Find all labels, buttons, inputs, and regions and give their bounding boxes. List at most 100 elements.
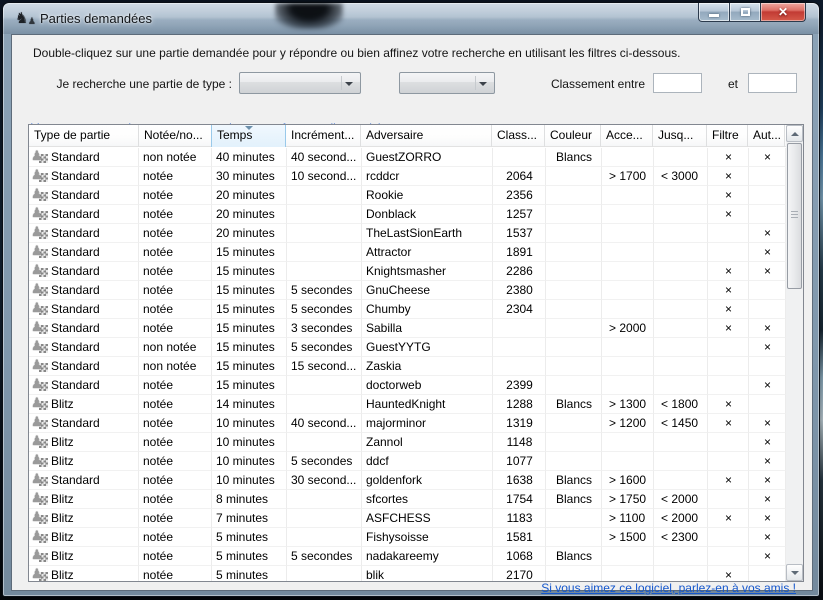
table-row[interactable]: ♟Standardnotée15 minutes5 secondesChumby… bbox=[29, 300, 786, 319]
cell-below bbox=[654, 205, 708, 224]
scrollbar-thumb[interactable] bbox=[787, 143, 802, 289]
column-header-label: Class... bbox=[497, 128, 537, 142]
cell-color bbox=[546, 281, 602, 300]
rating-min-input[interactable] bbox=[653, 73, 702, 93]
game-type-label: Blitz bbox=[51, 452, 74, 470]
table-row[interactable]: ♟Standardnotée10 minutes30 second...gold… bbox=[29, 471, 786, 490]
rating-between-label: Classement entre bbox=[545, 77, 645, 91]
scroll-up-button[interactable] bbox=[786, 125, 803, 142]
cell-opponent: Attractor bbox=[362, 243, 493, 262]
cell-time: 40 minutes bbox=[212, 148, 287, 167]
column-header-opponent[interactable]: Adversaire bbox=[361, 125, 492, 147]
table-row[interactable]: ♟Blitznotée8 minutessfcortes1754Blancs> … bbox=[29, 490, 786, 509]
minimize-button[interactable] bbox=[698, 3, 730, 22]
table-row[interactable]: ♟Standardnon notée15 minutes5 secondesGu… bbox=[29, 338, 786, 357]
cell-auto: × bbox=[749, 490, 786, 509]
table-row[interactable]: ♟Standardnon notée40 minutes40 second...… bbox=[29, 148, 786, 167]
column-header-label: Acce... bbox=[606, 128, 643, 142]
chevron-down-icon bbox=[479, 82, 487, 86]
column-header-above[interactable]: Acce... bbox=[601, 125, 653, 147]
close-button[interactable]: ✕ bbox=[760, 3, 806, 22]
column-header-label: Filtre bbox=[712, 128, 739, 142]
game-type-label: Standard bbox=[51, 319, 100, 337]
table-row[interactable]: ♟Blitznotée14 minutesHauntedKnight1288Bl… bbox=[29, 395, 786, 414]
table-row[interactable]: ♟Standardnotée15 minutes5 secondesGnuChe… bbox=[29, 281, 786, 300]
vertical-scrollbar[interactable] bbox=[786, 125, 803, 581]
cell-above bbox=[602, 300, 654, 319]
game-type-label: Blitz bbox=[51, 490, 74, 508]
pawn-icon: ♟ bbox=[32, 283, 48, 298]
table-row[interactable]: ♟Standardnotée20 minutesDonblack1257× bbox=[29, 205, 786, 224]
game-type-label: Standard bbox=[51, 471, 100, 489]
game-type-label: Standard bbox=[51, 300, 100, 318]
title-bar[interactable]: ♞♟ Parties demandées bbox=[3, 3, 819, 34]
cell-rating: 2286 bbox=[493, 262, 546, 281]
table-row[interactable]: ♟Standardnotée30 minutes10 second...rcdd… bbox=[29, 167, 786, 186]
scroll-down-button[interactable] bbox=[786, 564, 803, 581]
column-header-increment[interactable]: Incrément... bbox=[286, 125, 361, 147]
cell-filter: × bbox=[708, 566, 749, 582]
table-row[interactable]: ♟Blitznotée5 minutesFishysoisse1581> 150… bbox=[29, 528, 786, 547]
pawn-icon: ♟ bbox=[32, 435, 48, 450]
cell-rating: 1754 bbox=[493, 490, 546, 509]
cell-opponent: rcddcr bbox=[362, 167, 493, 186]
rating-max-input[interactable] bbox=[748, 73, 797, 93]
game-type-label: Standard bbox=[51, 357, 100, 375]
table-header: Type de partie Notée/no...TempsIncrément.… bbox=[29, 125, 786, 147]
table-row[interactable]: ♟Standardnotée15 minutesKnightsmasher228… bbox=[29, 262, 786, 281]
cell-type: ♟Standard bbox=[29, 300, 139, 319]
column-header-time[interactable]: Temps bbox=[211, 125, 286, 147]
game-subtype-combobox[interactable] bbox=[399, 72, 495, 94]
table-row[interactable]: ♟Standardnotée15 minutes3 secondesSabill… bbox=[29, 319, 786, 338]
cell-filter bbox=[708, 357, 749, 376]
table-row[interactable]: ♟Blitznotée7 minutesASFCHESS1183> 1100< … bbox=[29, 509, 786, 528]
column-header-color[interactable]: Couleur bbox=[545, 125, 601, 147]
column-header-type[interactable]: Type de partie bbox=[29, 125, 139, 147]
game-type-combobox[interactable] bbox=[239, 72, 361, 94]
table-row[interactable]: ♟Blitznotée5 minutes5 secondesnadakareem… bbox=[29, 547, 786, 566]
cell-filter: × bbox=[708, 281, 749, 300]
table-row[interactable]: ♟Standardnotée10 minutes40 second...majo… bbox=[29, 414, 786, 433]
cell-rating bbox=[493, 319, 546, 338]
table-row[interactable]: ♟Blitznotée10 minutesZannol1148× bbox=[29, 433, 786, 452]
cell-auto: × bbox=[749, 338, 786, 357]
table-row[interactable]: ♟Blitznotée10 minutes5 secondesddcf1077× bbox=[29, 452, 786, 471]
column-header-rated[interactable]: Notée/no... bbox=[139, 125, 212, 147]
maximize-button[interactable] bbox=[729, 3, 761, 22]
cell-increment: 3 secondes bbox=[287, 319, 362, 338]
cell-filter bbox=[708, 376, 749, 395]
cell-below: < 1450 bbox=[654, 414, 708, 433]
table-row[interactable]: ♟Standardnotée15 minutesdoctorweb2399× bbox=[29, 376, 786, 395]
cell-above bbox=[602, 547, 654, 566]
cell-auto: × bbox=[749, 452, 786, 471]
cell-time: 15 minutes bbox=[212, 376, 287, 395]
cell-rated: notée bbox=[139, 452, 212, 471]
cell-rated: notée bbox=[139, 376, 212, 395]
share-link[interactable]: Si vous aimez ce logiciel, parlez-en à v… bbox=[541, 581, 796, 595]
column-header-rating[interactable]: Class... bbox=[492, 125, 545, 147]
cell-increment: 5 secondes bbox=[287, 338, 362, 357]
column-header-label: Aut... bbox=[753, 128, 781, 142]
table-row[interactable]: ♟Blitznotée5 minutesblik2170× bbox=[29, 566, 786, 582]
column-header-below[interactable]: Jusq... bbox=[653, 125, 707, 147]
column-header-filter[interactable]: Filtre bbox=[707, 125, 748, 147]
cell-above bbox=[602, 338, 654, 357]
column-header-label: Type de partie bbox=[34, 128, 110, 142]
table-row[interactable]: ♟Standardnotée15 minutesAttractor1891× bbox=[29, 243, 786, 262]
cell-auto: × bbox=[749, 509, 786, 528]
table-row[interactable]: ♟Standardnon notée15 minutes15 second...… bbox=[29, 357, 786, 376]
cell-time: 15 minutes bbox=[212, 300, 287, 319]
table-row[interactable]: ♟Standardnotée20 minutesRookie2356× bbox=[29, 186, 786, 205]
cell-filter bbox=[708, 224, 749, 243]
column-header-auto[interactable]: Aut... bbox=[748, 125, 785, 147]
cell-type: ♟Standard bbox=[29, 319, 139, 338]
pawn-icon: ♟ bbox=[32, 511, 48, 526]
cell-rating: 1537 bbox=[493, 224, 546, 243]
cell-rated: notée bbox=[139, 300, 212, 319]
cell-rated: notée bbox=[139, 395, 212, 414]
cell-opponent: Rookie bbox=[362, 186, 493, 205]
cell-below: < 2000 bbox=[654, 509, 708, 528]
table-row[interactable]: ♟Standardnotée20 minutesTheLastSionEarth… bbox=[29, 224, 786, 243]
games-table: Type de partie Notée/no...TempsIncrément.… bbox=[28, 124, 804, 582]
cell-rated: notée bbox=[139, 167, 212, 186]
